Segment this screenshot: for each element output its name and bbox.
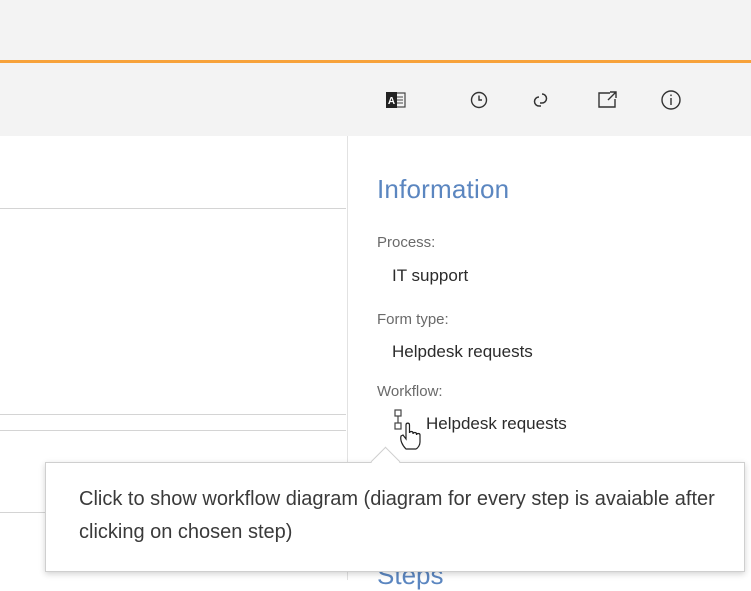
workflow-tooltip: Click to show workflow diagram (diagram … — [45, 462, 745, 572]
information-title: Information — [377, 174, 510, 204]
form-type-value: Helpdesk requests — [392, 342, 533, 361]
process-value: IT support — [392, 266, 469, 285]
process-label: Process: — [377, 234, 436, 251]
workflow-diagram-button[interactable] — [392, 409, 426, 451]
content-divider — [0, 512, 46, 513]
link-icon[interactable] — [528, 87, 554, 113]
info-icon[interactable] — [658, 87, 684, 113]
external-link-icon[interactable] — [595, 87, 621, 113]
toolbar — [0, 63, 751, 136]
workflow-label: Workflow: — [377, 383, 443, 400]
content-divider — [0, 430, 346, 431]
content-divider — [0, 414, 346, 415]
content-divider — [0, 208, 346, 209]
app-top-bar — [0, 0, 751, 60]
hand-cursor-icon — [400, 422, 421, 450]
workflow-value[interactable]: Helpdesk requests — [426, 414, 567, 434]
outlook-icon[interactable]: A — [383, 87, 409, 113]
svg-text:A: A — [388, 96, 395, 107]
workflow-icon — [394, 409, 421, 450]
form-type-label: Form type: — [377, 311, 449, 328]
history-icon[interactable] — [466, 87, 492, 113]
tooltip-text: Click to show workflow diagram (diagram … — [79, 488, 715, 543]
